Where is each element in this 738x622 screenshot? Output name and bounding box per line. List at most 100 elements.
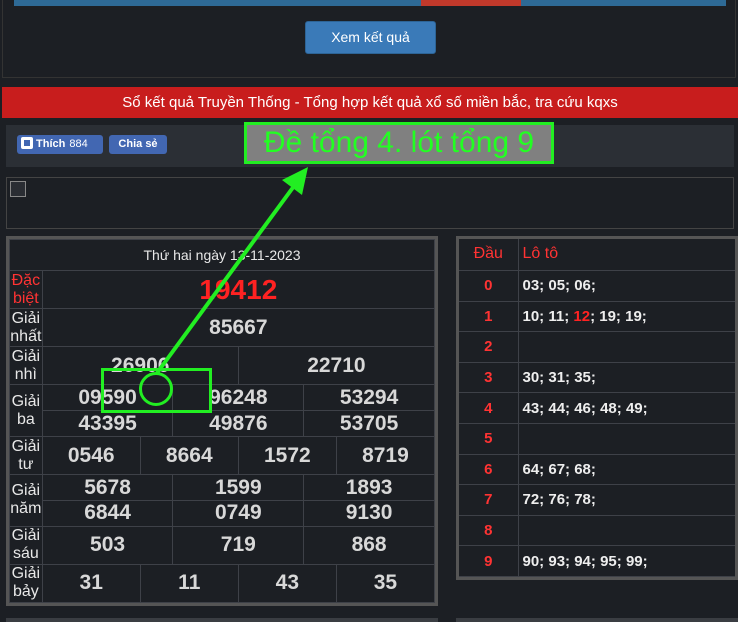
loto-number: 03; (522, 277, 545, 295)
top-nav-active-segment (421, 0, 521, 6)
loto-number: 05; (548, 277, 571, 295)
prize-number: 43 (237, 563, 337, 604)
loto-numbers (518, 423, 735, 455)
thumbs-up-icon (21, 137, 33, 149)
loto-dau: 6 (459, 454, 519, 486)
facebook-share-button[interactable]: Chia sẻ (109, 135, 167, 154)
prize-number: 19412 (41, 269, 436, 310)
loto-numbers: 64; 67; 68; (518, 454, 735, 486)
loto-dau: 5 (459, 423, 519, 455)
prize-number: 8719 (335, 435, 436, 476)
loto-number: ; (590, 307, 596, 325)
results-table: Thứ hai ngày 13-11-2023 Đặc biệt 19412 Giả… (6, 236, 438, 606)
loto-number: 72; (522, 491, 545, 509)
loto-number: 78; (574, 491, 596, 509)
loto-number: 46; (574, 399, 596, 417)
loto-numbers: 43; 44; 46; 48; 49; (518, 392, 735, 424)
loto-table: Đầu Lô tô 0 03; 05; 06; 1 10; 11; 12; 19; 1… (456, 236, 738, 580)
prize-number: 85667 (41, 308, 436, 348)
prize-number: 0749 (172, 499, 305, 527)
top-nav-strip (14, 0, 726, 6)
prize-number: 5678 (41, 474, 174, 501)
prize-number: 43395 (41, 410, 174, 437)
like-label: Thích (36, 138, 66, 150)
like-count: 884 (69, 138, 88, 150)
prize-number: 96248 (172, 384, 305, 412)
loto-dau: 7 (459, 484, 519, 516)
loto-number: 99; (625, 552, 648, 570)
loto-number: 11; (548, 307, 570, 325)
loto-number: 19; (599, 307, 621, 325)
prize-label: Giải nhất (9, 308, 43, 348)
prize-number: 53705 (303, 410, 435, 437)
loto-numbers (518, 515, 735, 547)
loto-number: 43; (522, 399, 545, 417)
prize-label: Giải tư (9, 435, 43, 476)
prize-number: 868 (303, 525, 435, 565)
prize-number: 1893 (303, 474, 435, 501)
loto-number: 49; (625, 399, 648, 417)
loto-dau: 8 (459, 515, 519, 547)
results-footer-divider (6, 618, 438, 622)
prize-number: 22710 (237, 346, 436, 386)
annotation-label: Đề tổng 4. lót tổng 9 (244, 122, 554, 164)
loto-number: 19; (625, 307, 647, 325)
loto-number: 67; (548, 460, 571, 478)
prize-label: Giải năm (9, 474, 43, 527)
prize-label: Giải nhì (9, 346, 43, 386)
loto-header-dau: Đầu (459, 239, 519, 271)
loto-dau: 0 (459, 270, 519, 302)
prize-number: 31 (41, 563, 141, 604)
page-banner: Sổ kết quả Truyền Thống - Tổng hợp kết q… (2, 87, 738, 118)
prize-number: 53294 (303, 384, 435, 412)
prize-number: 0546 (41, 435, 141, 476)
loto-numbers: 72; 76; 78; (518, 484, 735, 516)
prize-number: 9130 (303, 499, 435, 527)
prize-number: 1599 (172, 474, 305, 501)
prize-number: 1572 (237, 435, 337, 476)
loto-number: 90; (522, 552, 545, 570)
prize-number: 09590 (41, 384, 174, 412)
prize-label: Giải ba (9, 384, 43, 437)
loto-number: 68; (574, 460, 596, 478)
loto-number: 93; (548, 552, 571, 570)
prize-label: Giải bảy (9, 563, 43, 604)
broken-image (6, 177, 734, 229)
loto-dau: 1 (459, 301, 519, 333)
loto-number: 31; (548, 369, 571, 387)
loto-footer-divider (456, 618, 738, 622)
prize-number: 719 (172, 525, 305, 565)
prize-number: 8664 (139, 435, 239, 476)
loto-header-loto: Lô tô (518, 239, 735, 271)
loto-numbers: 03; 05; 06; (518, 270, 735, 302)
loto-number: 30; (522, 369, 545, 387)
loto-number: 35; (574, 369, 596, 387)
loto-dau: 2 (459, 331, 519, 363)
loto-dau: 4 (459, 392, 519, 424)
loto-numbers: 30; 31; 35; (518, 362, 735, 394)
prize-number: 6844 (41, 499, 174, 527)
loto-number: 64; (522, 460, 545, 478)
loto-numbers: 10; 11; 12; 19; 19; (518, 301, 735, 333)
loto-number: 12 (573, 307, 591, 325)
prize-number: 49876 (172, 410, 305, 437)
loto-numbers: 90; 93; 94; 95; 99; (518, 545, 735, 577)
prize-number: 503 (41, 525, 174, 565)
prize-label: Đặc biệt (9, 269, 43, 310)
loto-number: 44; (548, 399, 571, 417)
loto-number: 48; (600, 399, 622, 417)
view-results-button[interactable]: Xem kết quả (305, 21, 436, 54)
loto-dau: 9 (459, 545, 519, 577)
facebook-like-button[interactable]: Thích 884 (17, 135, 103, 154)
prize-number: 26906 (41, 346, 239, 386)
loto-dau: 3 (459, 362, 519, 394)
prize-number: 35 (335, 563, 436, 604)
broken-image-icon (10, 181, 26, 197)
prize-number: 11 (139, 563, 239, 604)
loto-number: 94; (574, 552, 596, 570)
loto-numbers (518, 331, 735, 363)
loto-number: 95; (600, 552, 622, 570)
prize-label: Giải sáu (9, 525, 43, 565)
loto-number: 10; (522, 307, 545, 325)
loto-number: 76; (548, 491, 571, 509)
